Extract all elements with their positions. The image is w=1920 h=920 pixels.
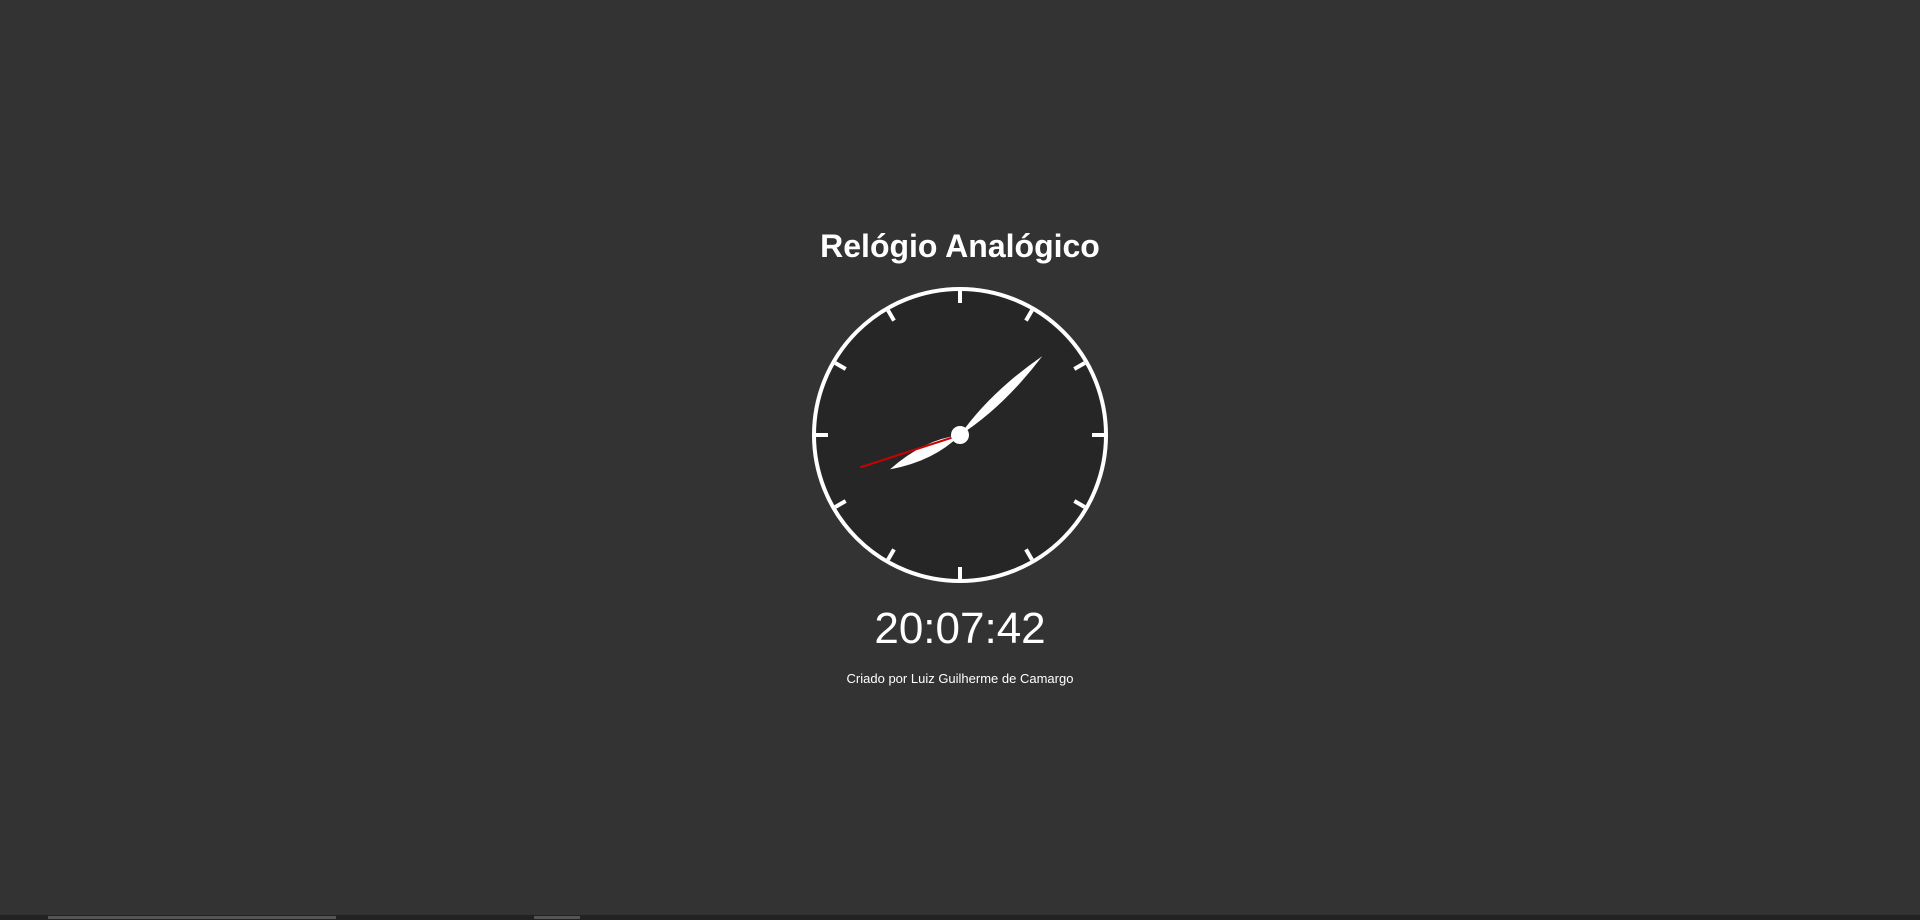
analog-clock: [810, 285, 1110, 585]
author-credit: Criado por Luiz Guilherme de Camargo: [846, 671, 1074, 686]
page-title: Relógio Analógico: [820, 228, 1100, 264]
horizontal-scrollbar[interactable]: [0, 915, 1920, 920]
scrollbar-segment[interactable]: [534, 916, 580, 919]
clock-center-cap: [951, 426, 969, 444]
scrollbar-thumb[interactable]: [48, 916, 336, 919]
digital-time: 20:07:42: [874, 604, 1046, 653]
clock-face-svg: [812, 287, 1108, 583]
page: Relógio Analógico 20:07:42 Criado por Lu…: [0, 0, 1920, 920]
